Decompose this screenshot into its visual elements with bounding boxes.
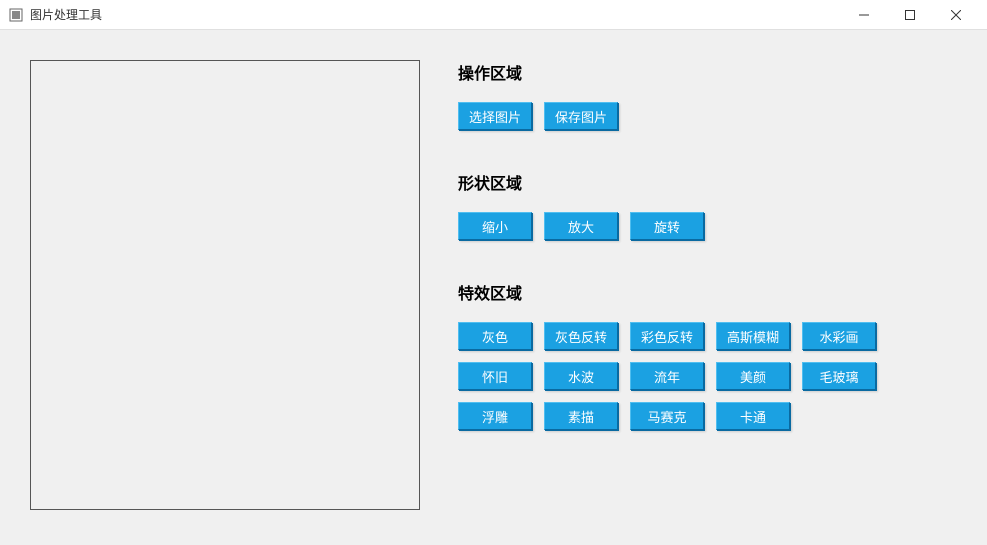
titlebar: 图片处理工具 bbox=[0, 0, 987, 30]
years-button[interactable]: 流年 bbox=[630, 362, 704, 390]
frosted-glass-button[interactable]: 毛玻璃 bbox=[802, 362, 876, 390]
effects-heading: 特效区域 bbox=[458, 280, 957, 304]
gray-invert-button[interactable]: 灰色反转 bbox=[544, 322, 618, 350]
image-preview-area bbox=[30, 60, 420, 510]
shape-heading: 形状区域 bbox=[458, 170, 957, 194]
vintage-button[interactable]: 怀旧 bbox=[458, 362, 532, 390]
watercolor-button[interactable]: 水彩画 bbox=[802, 322, 876, 350]
shape-section: 形状区域 缩小 放大 旋转 bbox=[458, 170, 957, 240]
water-wave-button[interactable]: 水波 bbox=[544, 362, 618, 390]
operation-heading: 操作区域 bbox=[458, 60, 957, 84]
color-invert-button[interactable]: 彩色反转 bbox=[630, 322, 704, 350]
app-icon bbox=[8, 7, 24, 23]
controls-panel: 操作区域 选择图片 保存图片 形状区域 缩小 放大 旋转 特效区域 灰色 灰色反… bbox=[458, 60, 957, 510]
close-button[interactable] bbox=[933, 0, 979, 30]
effects-section: 特效区域 灰色 灰色反转 彩色反转 高斯模糊 水彩画 怀旧 水波 流年 美颜 毛… bbox=[458, 280, 957, 430]
rotate-button[interactable]: 旋转 bbox=[630, 212, 704, 240]
gaussian-blur-button[interactable]: 高斯模糊 bbox=[716, 322, 790, 350]
save-image-button[interactable]: 保存图片 bbox=[544, 102, 618, 130]
shrink-button[interactable]: 缩小 bbox=[458, 212, 532, 240]
gray-button[interactable]: 灰色 bbox=[458, 322, 532, 350]
sketch-button[interactable]: 素描 bbox=[544, 402, 618, 430]
window-title: 图片处理工具 bbox=[30, 6, 102, 23]
enlarge-button[interactable]: 放大 bbox=[544, 212, 618, 240]
select-image-button[interactable]: 选择图片 bbox=[458, 102, 532, 130]
mosaic-button[interactable]: 马赛克 bbox=[630, 402, 704, 430]
operation-section: 操作区域 选择图片 保存图片 bbox=[458, 60, 957, 130]
minimize-button[interactable] bbox=[841, 0, 887, 30]
maximize-button[interactable] bbox=[887, 0, 933, 30]
cartoon-button[interactable]: 卡通 bbox=[716, 402, 790, 430]
beauty-button[interactable]: 美颜 bbox=[716, 362, 790, 390]
emboss-button[interactable]: 浮雕 bbox=[458, 402, 532, 430]
content-area: 操作区域 选择图片 保存图片 形状区域 缩小 放大 旋转 特效区域 灰色 灰色反… bbox=[0, 30, 987, 510]
